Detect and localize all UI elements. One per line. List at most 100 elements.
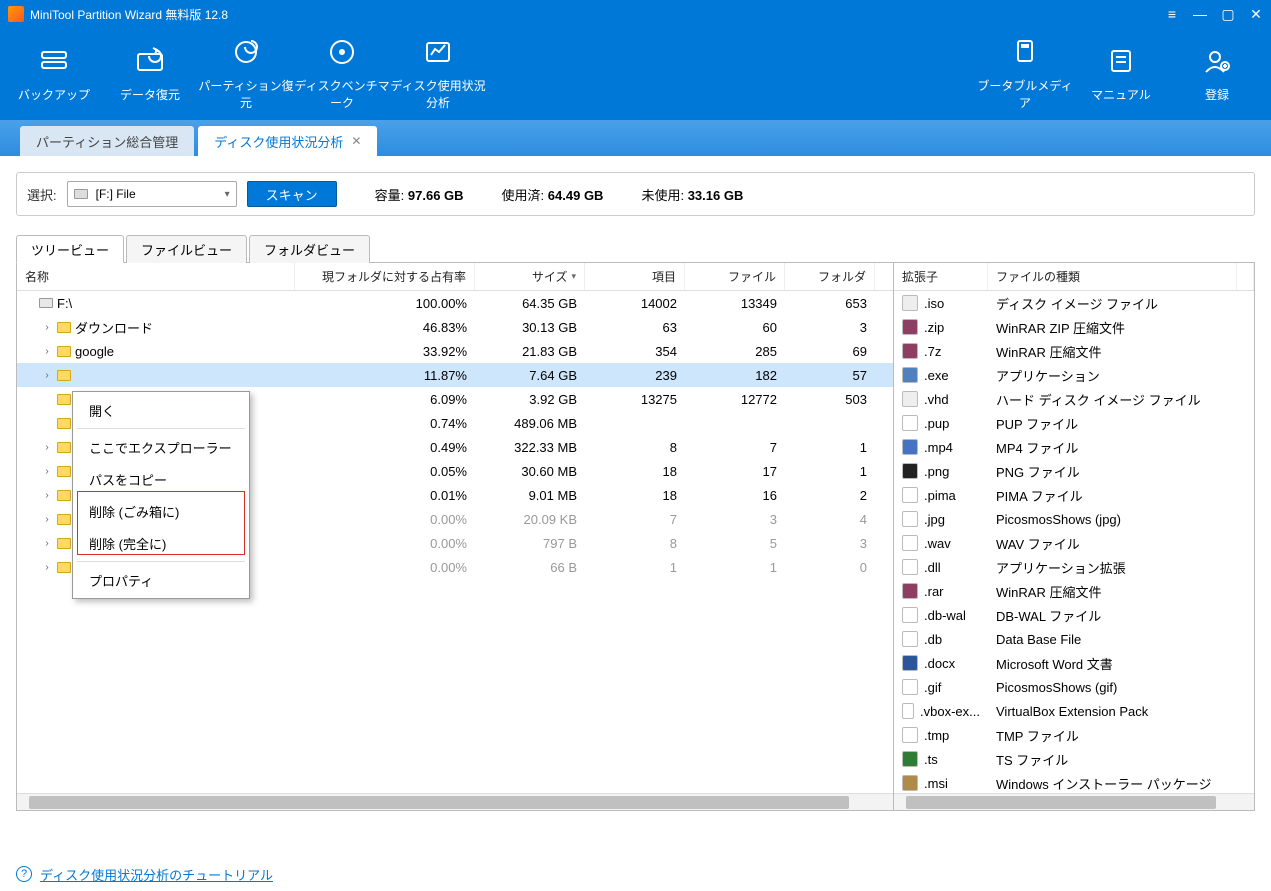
analyze-icon [423,37,453,67]
col-occupancy[interactable]: 現フォルダに対する占有率 [295,263,475,290]
ext-row[interactable]: .pngPNG ファイル [894,459,1254,483]
menu-icon[interactable]: ≡ [1165,7,1179,21]
ribbon-backup-button[interactable]: バックアップ [6,32,102,116]
expand-chevron-icon[interactable]: › [41,514,53,525]
col-name[interactable]: 名称 [17,263,295,290]
benchmark-icon [327,37,357,67]
expand-chevron-icon[interactable]: › [41,346,53,357]
expand-chevron-icon[interactable]: › [41,466,53,477]
minimize-button[interactable]: — [1193,7,1207,21]
ext-row[interactable]: .msiWindows インストーラー パッケージ [894,771,1254,793]
ext-row[interactable]: .gifPicosmosShows (gif) [894,675,1254,699]
ribbon-manual-button[interactable]: マニュアル [1073,32,1169,116]
ext-row[interactable]: .isoディスク イメージ ファイル [894,291,1254,315]
ext-type: TMP ファイル [988,723,1254,747]
ribbon-benchmark-button[interactable]: ディスクベンチマーク [294,32,390,116]
ext-row[interactable]: .7zWinRAR 圧縮文件 [894,339,1254,363]
menu-separator [77,561,245,562]
row-occupancy: 0.05% [295,459,475,483]
tree-row[interactable]: ›google33.92%21.83 GB35428569 [17,339,893,363]
ext-row[interactable]: .tsTS ファイル [894,747,1254,771]
row-files: 13349 [685,291,785,315]
row-size: 20.09 KB [475,507,585,531]
col-folders[interactable]: フォルダ [785,263,875,290]
main-tab[interactable]: ディスク使用状況分析✕ [198,126,377,156]
col-ext[interactable]: 拡張子 [894,263,988,290]
ext-row[interactable]: .wavWAV ファイル [894,531,1254,555]
tree-row[interactable]: ›ダウンロード46.83%30.13 GB63603 [17,315,893,339]
tutorial-link[interactable]: ディスク使用状況分析のチュートリアル [40,865,273,884]
filetype-icon [902,607,918,623]
scan-button[interactable]: スキャン [247,181,337,207]
ext-row[interactable]: .tmpTMP ファイル [894,723,1254,747]
ext-hscroll[interactable] [894,793,1254,810]
context-menu-item[interactable]: 削除 (完全に) [73,527,249,559]
ext-name: .7z [924,344,941,359]
row-files: 182 [685,363,785,387]
tree-hscroll[interactable] [17,793,893,810]
ext-body[interactable]: .isoディスク イメージ ファイル.zipWinRAR ZIP 圧縮文件.7z… [894,291,1254,793]
tree-row[interactable]: ›11.87%7.64 GB23918257 [17,363,893,387]
col-files[interactable]: ファイル [685,263,785,290]
row-size: 489.06 MB [475,411,585,435]
expand-chevron-icon[interactable]: › [41,538,53,549]
tree-row[interactable]: ·F:\100.00%64.35 GB1400213349653 [17,291,893,315]
ext-row[interactable]: .pimaPIMA ファイル [894,483,1254,507]
ext-row[interactable]: .zipWinRAR ZIP 圧縮文件 [894,315,1254,339]
ribbon-register-button[interactable]: 登録 [1169,32,1265,116]
ribbon-recover-button[interactable]: データ復元 [102,32,198,116]
ext-row[interactable]: .vhdハード ディスク イメージ ファイル [894,387,1254,411]
ext-row[interactable]: .exeアプリケーション [894,363,1254,387]
expand-chevron-icon[interactable]: › [41,562,53,573]
expand-chevron-icon[interactable]: › [41,370,53,381]
expand-chevron-icon[interactable]: · [41,394,53,405]
chevron-down-icon: ▾ [225,189,230,200]
expand-chevron-icon[interactable]: · [41,418,53,429]
expand-chevron-icon[interactable]: › [41,322,53,333]
ribbon-boot-button[interactable]: ブータブルメディア [977,32,1073,116]
row-size: 30.13 GB [475,315,585,339]
context-menu-item[interactable]: ここでエクスプローラー [73,431,249,463]
row-folders: 4 [785,507,875,531]
maximize-button[interactable]: ▢ [1221,7,1235,21]
row-size: 3.92 GB [475,387,585,411]
ext-row[interactable]: .pupPUP ファイル [894,411,1254,435]
ext-row[interactable]: .rarWinRAR 圧縮文件 [894,579,1254,603]
context-menu-item[interactable]: パスをコピー [73,463,249,495]
ext-row[interactable]: .dllアプリケーション拡張 [894,555,1254,579]
col-type[interactable]: ファイルの種類 [988,263,1237,290]
expand-chevron-icon[interactable]: › [41,490,53,501]
folder-icon [57,490,71,501]
ribbon-partition-recover-button[interactable]: パーティション復元 [198,32,294,116]
ext-name: .ts [924,752,938,767]
col-items[interactable]: 項目 [585,263,685,290]
context-menu-item[interactable]: 削除 (ごみ箱に) [73,495,249,527]
tab-close-icon[interactable]: ✕ [351,134,361,148]
row-size: 66 B [475,555,585,579]
view-tab[interactable]: ツリービュー [16,235,124,263]
view-tab[interactable]: フォルダビュー [249,235,370,263]
ext-row[interactable]: .dbData Base File [894,627,1254,651]
expand-chevron-icon[interactable]: · [23,298,35,309]
row-items: 7 [585,507,685,531]
ribbon-analyze-button[interactable]: ディスク使用状況分析 [390,32,486,116]
context-menu-item[interactable]: 開く [73,394,249,426]
ext-name: .docx [924,656,955,671]
ext-row[interactable]: .db-walDB-WAL ファイル [894,603,1254,627]
drive-select[interactable]: [F:] File ▾ [67,181,237,207]
ext-name: .vhd [924,392,949,407]
ext-row[interactable]: .mp4MP4 ファイル [894,435,1254,459]
col-size[interactable]: サイズ▾ [475,263,585,290]
ext-row[interactable]: .vbox-ex...VirtualBox Extension Pack [894,699,1254,723]
close-button[interactable]: ✕ [1249,7,1263,21]
ext-name: .zip [924,320,944,335]
ext-type: ディスク イメージ ファイル [988,291,1254,315]
ribbon-toolbar: バックアップデータ復元パーティション復元ディスクベンチマークディスク使用状況分析… [0,28,1271,120]
ext-row[interactable]: .docxMicrosoft Word 文書 [894,651,1254,675]
context-menu-item[interactable]: プロパティ [73,564,249,596]
expand-chevron-icon[interactable]: › [41,442,53,453]
main-tab[interactable]: パーティション総合管理 [20,126,194,156]
ext-row[interactable]: .jpgPicosmosShows (jpg) [894,507,1254,531]
view-tab[interactable]: ファイルビュー [126,235,247,263]
filetype-icon [902,655,918,671]
